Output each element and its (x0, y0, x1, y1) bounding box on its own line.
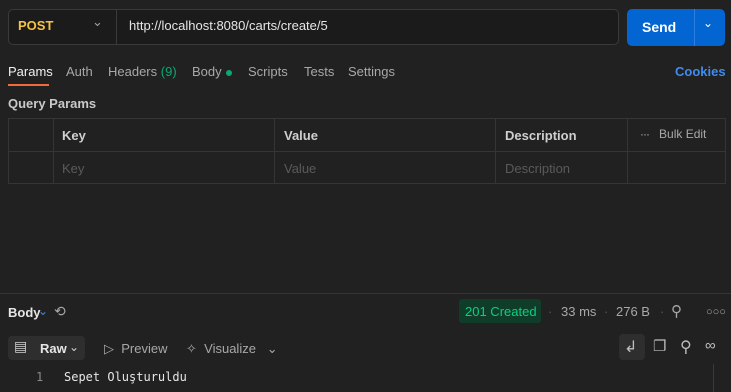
body-indicator-dot (225, 69, 232, 76)
table-divider (53, 118, 54, 184)
tab-scripts[interactable]: Scripts (248, 64, 288, 79)
chevron-down-icon[interactable]: ⌄ (92, 14, 103, 30)
separator-dot: · (548, 304, 553, 319)
visualize-label: Visualize (204, 341, 256, 356)
response-body-text[interactable]: Sepet Oluşturuldu (64, 370, 187, 384)
table-divider (627, 118, 628, 184)
raw-label[interactable]: Raw (40, 341, 67, 356)
response-divider (0, 293, 731, 294)
chevron-down-icon[interactable]: ⌄ (69, 340, 79, 354)
headers-count: (9) (160, 64, 177, 79)
history-icon[interactable]: ⟲ (54, 303, 66, 320)
search-icon[interactable]: ⚲ (680, 337, 692, 357)
chevron-down-icon[interactable]: ⌄ (703, 16, 713, 30)
column-header-description: Description (505, 128, 577, 143)
link-icon[interactable]: ∞ (705, 337, 716, 354)
description-input[interactable]: Description (505, 161, 570, 176)
send-label[interactable]: Send (642, 19, 676, 35)
cookies-link[interactable]: Cookies (675, 64, 726, 79)
tab-params[interactable]: Params (8, 64, 53, 79)
separator-dot: · (660, 304, 665, 319)
response-size[interactable]: 276 B (616, 304, 650, 319)
table-divider (495, 118, 496, 184)
chevron-down-icon[interactable]: ⌄ (38, 304, 48, 318)
divider (116, 10, 117, 44)
column-header-value: Value (284, 128, 318, 143)
scrollbar[interactable] (713, 364, 731, 392)
globe-icon[interactable]: ⚲ (671, 302, 682, 320)
table-divider (8, 151, 726, 152)
bulk-edit-button[interactable]: ··· Bulk Edit (640, 127, 706, 141)
tab-tests[interactable]: Tests (304, 64, 334, 79)
tab-body[interactable]: Body (192, 64, 232, 79)
play-icon: ▷ (104, 341, 114, 356)
copy-icon[interactable]: ❐ (653, 337, 666, 355)
tab-auth[interactable]: Auth (66, 64, 93, 79)
bulk-edit-label: Bulk Edit (659, 127, 707, 141)
key-input[interactable]: Key (62, 161, 84, 176)
value-input[interactable]: Value (284, 161, 316, 176)
status-text[interactable]: 201 Created (465, 304, 537, 319)
chevron-down-icon: ⌄ (266, 341, 278, 356)
separator-dot: · (604, 304, 609, 319)
raw-icon: ▤ (14, 338, 28, 354)
query-params-title: Query Params (8, 96, 97, 111)
wrap-icon[interactable]: ↲ (624, 337, 637, 357)
more-icon: ··· (640, 127, 650, 141)
url-input[interactable]: http://localhost:8080/carts/create/5 (129, 18, 328, 33)
preview-button[interactable]: ▷ Preview (104, 341, 167, 357)
visualize-button[interactable]: ✧ Visualize ⌄ (186, 341, 278, 357)
more-icon[interactable]: ○○○ (706, 306, 726, 318)
method-select[interactable]: POST (18, 18, 53, 33)
visualize-icon: ✧ (186, 341, 197, 356)
divider (694, 9, 695, 46)
tab-settings[interactable]: Settings (348, 64, 395, 79)
response-body-label[interactable]: Body (8, 305, 41, 320)
active-tab-indicator (8, 84, 49, 86)
preview-label: Preview (121, 341, 168, 356)
tab-headers-label: Headers (108, 64, 158, 79)
column-header-key: Key (62, 128, 86, 143)
tab-headers[interactable]: Headers (9) (108, 64, 177, 79)
tab-body-label: Body (192, 64, 222, 79)
table-divider (274, 118, 275, 184)
response-time[interactable]: 33 ms (561, 304, 596, 319)
line-number: 1 (36, 370, 44, 384)
